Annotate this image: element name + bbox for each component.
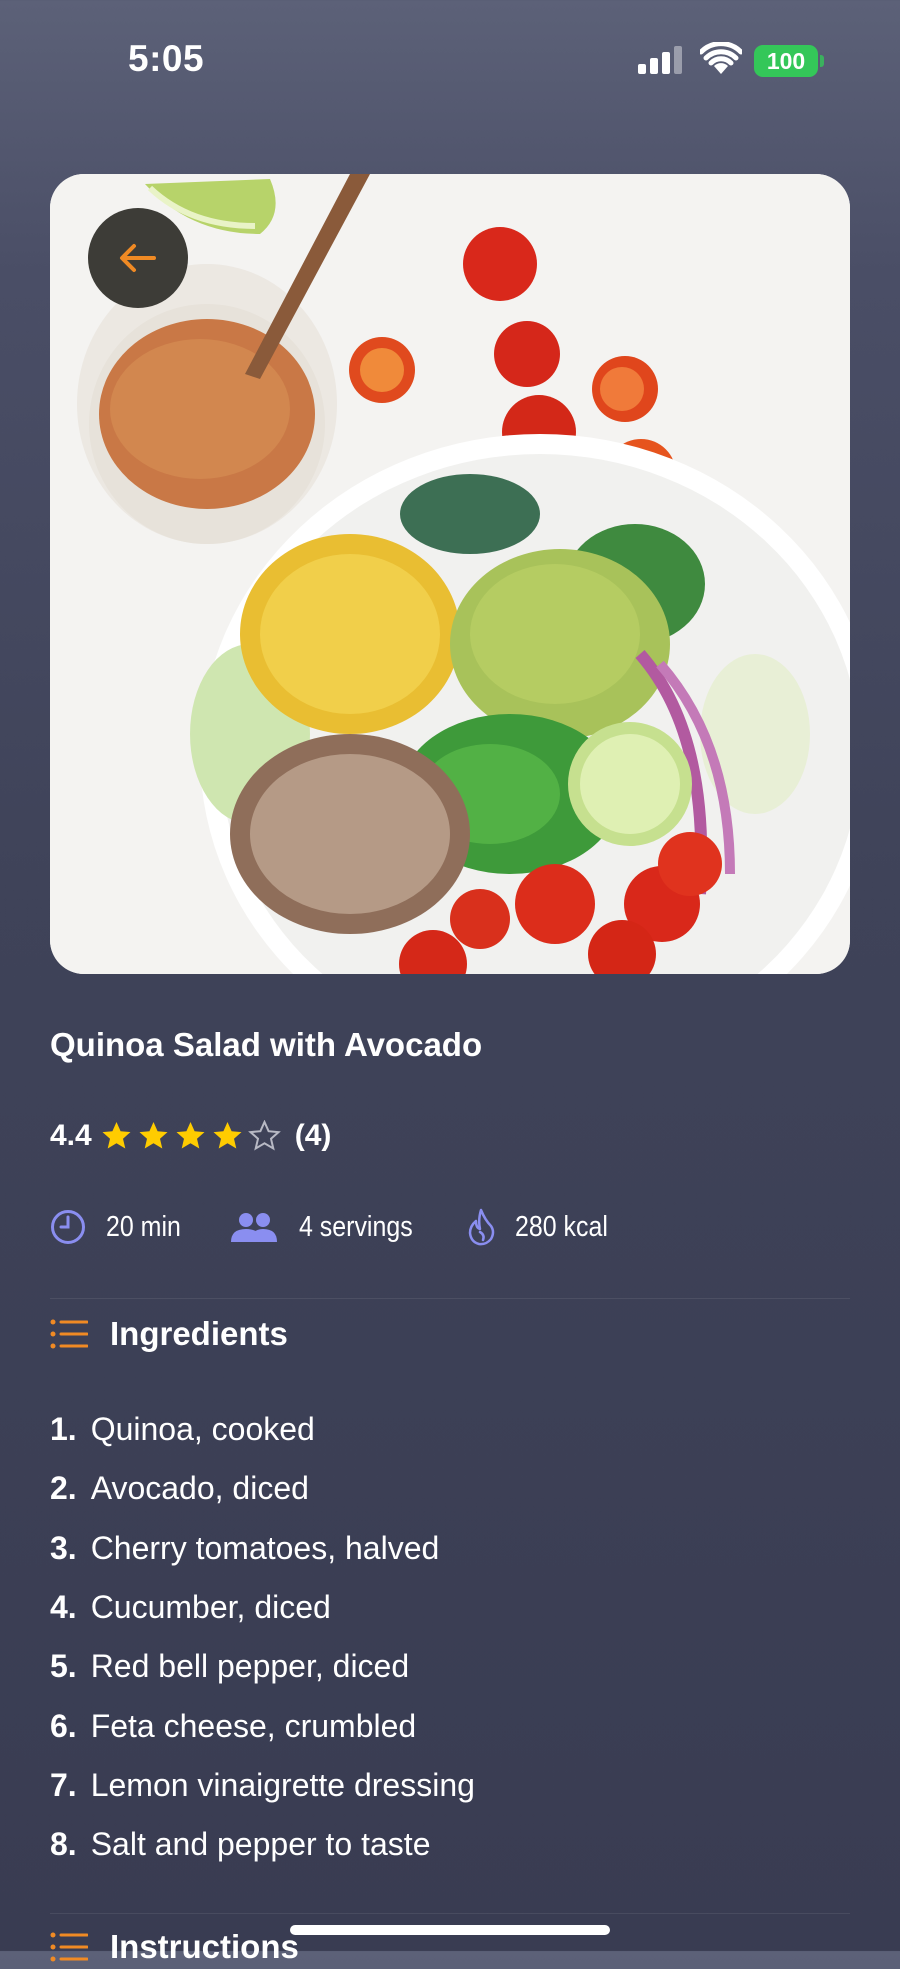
battery-icon: 100 xyxy=(754,45,818,77)
meta-calories: 280 kcal xyxy=(467,1208,623,1246)
meta-servings: 4 servings xyxy=(229,1211,431,1244)
rating-row: 4.4 (4) xyxy=(50,1116,331,1156)
divider xyxy=(50,1298,850,1299)
list-item: 6. Feta cheese, crumbled xyxy=(50,1696,475,1755)
ingredients-list: 1. Quinoa, cooked 2. Avocado, diced 3. Cher… xyxy=(50,1400,475,1874)
item-number: 1. xyxy=(50,1411,77,1448)
item-text: Cherry tomatoes, halved xyxy=(90,1529,440,1566)
item-number: 7. xyxy=(50,1766,77,1803)
item-number: 5. xyxy=(50,1648,77,1685)
arrow-left-icon xyxy=(120,244,156,272)
star-filled-icon xyxy=(139,1121,168,1148)
item-text: Salt and pepper to taste xyxy=(90,1826,431,1863)
review-count: (4) xyxy=(294,1119,332,1152)
wifi-icon xyxy=(700,42,742,74)
calories-label: 280 kcal xyxy=(515,1210,609,1243)
recipe-title: Quinoa Salad with Avocado xyxy=(50,1026,483,1063)
list-item: 4. Cucumber, diced xyxy=(50,1578,475,1637)
list-item: 7. Lemon vinaigrette dressing xyxy=(50,1756,475,1815)
status-time: 5:05 xyxy=(128,38,205,79)
back-button[interactable] xyxy=(88,208,188,308)
item-number: 4. xyxy=(50,1589,77,1626)
divider xyxy=(50,1913,850,1914)
item-text: Cucumber, diced xyxy=(90,1589,331,1626)
list-icon xyxy=(50,1319,88,1349)
star-empty-icon xyxy=(247,1119,281,1151)
people-icon xyxy=(231,1213,278,1242)
rating-value: 4.4 xyxy=(50,1119,92,1152)
list-item: 5. Red bell pepper, diced xyxy=(50,1637,475,1696)
clock-icon xyxy=(51,1210,85,1244)
item-text: Quinoa, cooked xyxy=(90,1411,315,1448)
star-filled-icon xyxy=(213,1121,242,1148)
star-filled-icon xyxy=(176,1121,205,1148)
item-number: 3. xyxy=(50,1529,77,1566)
ingredients-title: Ingredients xyxy=(110,1315,288,1352)
ingredients-header: Ingredients xyxy=(50,1312,288,1356)
instructions-title: Instructions xyxy=(110,1928,299,1965)
status-bar: 5:05 100 xyxy=(0,0,900,120)
item-text: Lemon vinaigrette dressing xyxy=(90,1766,475,1803)
home-indicator[interactable] xyxy=(290,1925,610,1935)
instructions-header: Instructions xyxy=(50,1925,299,1969)
recipe-meta: 20 min 4 servings 280 kcal xyxy=(50,1205,659,1249)
item-number: 8. xyxy=(50,1826,77,1863)
signal-icon xyxy=(638,46,684,74)
list-item: 3. Cherry tomatoes, halved xyxy=(50,1519,475,1578)
item-text: Avocado, diced xyxy=(90,1470,309,1507)
list-icon xyxy=(50,1932,88,1962)
battery-cap xyxy=(820,55,824,67)
item-number: 2. xyxy=(50,1470,77,1507)
time-label: 20 min xyxy=(106,1210,181,1243)
item-text: Red bell pepper, diced xyxy=(90,1648,410,1685)
flame-icon xyxy=(468,1208,495,1246)
list-item: 8. Salt and pepper to taste xyxy=(50,1815,475,1874)
meta-time: 20 min xyxy=(50,1209,193,1245)
servings-label: 4 servings xyxy=(299,1210,413,1243)
list-item: 1. Quinoa, cooked xyxy=(50,1400,475,1459)
list-item: 2. Avocado, diced xyxy=(50,1459,475,1518)
item-number: 6. xyxy=(50,1707,77,1744)
star-filled-icon xyxy=(102,1121,131,1148)
item-text: Feta cheese, crumbled xyxy=(90,1707,417,1744)
star-rating xyxy=(100,1119,285,1153)
